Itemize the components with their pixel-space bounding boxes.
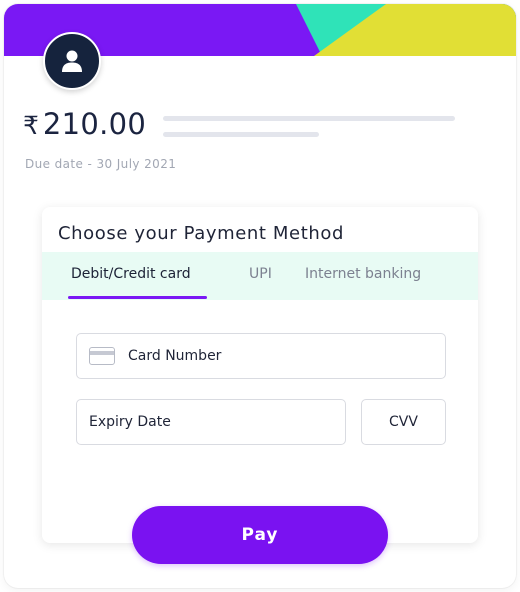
cvv-field[interactable]: CVV xyxy=(361,399,446,445)
payment-method-tabs: Debit/Credit card UPI Internet banking xyxy=(42,252,478,300)
currency-symbol: ₹ xyxy=(23,111,39,140)
amount-value: 210.00 xyxy=(42,107,147,141)
credit-card-icon xyxy=(89,347,115,365)
tab-internet-banking[interactable]: Internet banking xyxy=(305,266,421,282)
avatar[interactable] xyxy=(43,32,101,90)
expiry-date-placeholder: Expiry Date xyxy=(89,414,171,430)
active-tab-indicator xyxy=(68,296,207,299)
expiry-date-field[interactable]: Expiry Date xyxy=(76,399,346,445)
due-date: Due date - 30 July 2021 xyxy=(25,157,177,171)
cvv-placeholder: CVV xyxy=(389,414,418,430)
placeholder-line-long xyxy=(163,116,455,121)
payment-method-title: Choose your Payment Method xyxy=(58,223,345,244)
payment-method-card: Choose your Payment Method Debit/Credit … xyxy=(42,207,478,543)
placeholder-line-short xyxy=(163,132,319,137)
card-number-field[interactable]: Card Number xyxy=(76,333,446,379)
tab-upi[interactable]: UPI xyxy=(249,266,272,282)
tab-debit-credit-card[interactable]: Debit/Credit card xyxy=(71,266,191,282)
payment-card: ₹ 210.00 Due date - 30 July 2021 Choose … xyxy=(4,4,516,588)
card-number-placeholder: Card Number xyxy=(128,348,222,364)
pay-button[interactable]: Pay xyxy=(132,506,388,564)
payment-page: ₹ 210.00 Due date - 30 July 2021 Choose … xyxy=(0,0,520,592)
amount-display: ₹ 210.00 xyxy=(23,107,146,141)
user-icon xyxy=(62,50,82,72)
